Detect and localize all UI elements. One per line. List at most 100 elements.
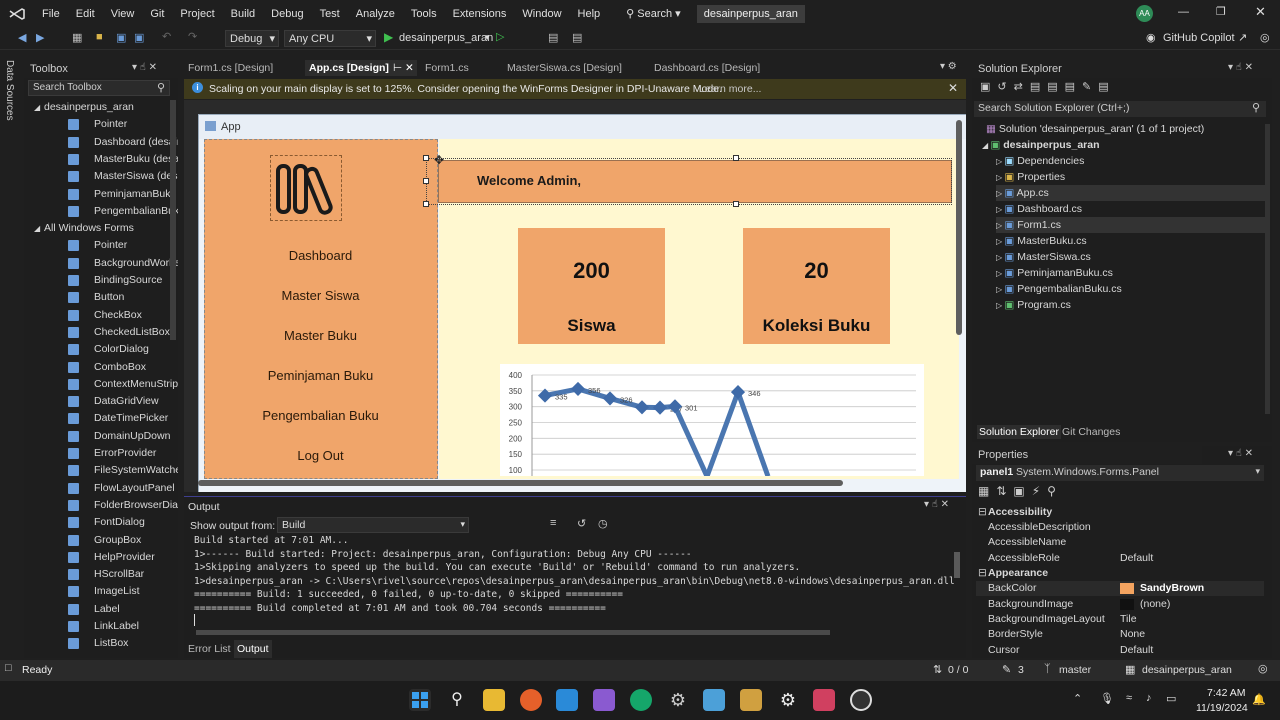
clock-time[interactable]: 7:42 AM [1207, 687, 1246, 699]
toolbox-item[interactable]: BackgroundWorker [24, 255, 178, 272]
se-item[interactable]: ▷ ▣ MasterBuku.cs [996, 233, 1087, 249]
toolbox-item[interactable]: DomainUpDown [24, 428, 178, 445]
toolbox-item[interactable]: ColorDialog [24, 341, 178, 358]
toolbox-item[interactable]: BindingSource [24, 272, 178, 289]
props-row[interactable]: AccessibleName [976, 535, 1264, 550]
toolbox-item[interactable]: Button [24, 289, 178, 306]
se-project-node[interactable]: ◢ ▣ desainperpus_aran [982, 137, 1100, 153]
resize-handle[interactable] [423, 178, 429, 184]
start-icon[interactable]: ▶ [384, 30, 393, 44]
notifications-icon[interactable]: ◎ [1258, 662, 1268, 675]
feedback-icon[interactable]: ◎ [1260, 31, 1270, 44]
toolbox-item[interactable]: ListBox [24, 635, 178, 652]
minimize-icon[interactable]: — [1178, 6, 1189, 18]
restore-icon[interactable]: ❐ [1216, 5, 1226, 18]
run-target-arrow-icon[interactable]: ▾ [485, 32, 490, 43]
resize-handle[interactable] [733, 155, 739, 161]
pencil-icon[interactable]: ✎ [1002, 663, 1011, 676]
snipping-tool-icon[interactable] [740, 689, 762, 711]
toolbox-item[interactable]: MasterSiswa (desai... [24, 168, 178, 185]
se-vscroll[interactable] [1265, 124, 1270, 414]
gear-app-icon[interactable]: ⚙ [777, 689, 799, 711]
resize-handle[interactable] [423, 155, 429, 161]
se-item[interactable]: ▷ ▣ Program.cs [996, 297, 1071, 313]
windows-start-icon[interactable] [409, 689, 431, 711]
toolbox-item[interactable]: CheckBox [24, 307, 178, 324]
toolbox-item[interactable]: FileSystemWatcher [24, 462, 178, 479]
sync-arrows-icon[interactable]: ⇅ [933, 663, 942, 676]
layout-icon[interactable]: ▤ [548, 31, 558, 44]
toolbox-item[interactable]: CheckedListBox [24, 324, 178, 341]
toolbox-item[interactable]: ImageList [24, 583, 178, 600]
branch-icon[interactable]: ᛉ [1044, 663, 1051, 675]
copilot-icon[interactable]: ◉ [1146, 31, 1156, 44]
wifi-icon[interactable]: ≈ [1126, 692, 1132, 704]
props-row-backcolor[interactable]: BackColor SandyBrown [976, 581, 1264, 596]
obs-icon[interactable] [850, 689, 872, 711]
word-wrap-icon[interactable]: ↺ [577, 517, 586, 530]
toolbox-group-project[interactable]: ◢ desainperpus_aran [24, 99, 178, 116]
chart-control[interactable]: 400350300250200150100335356326297301346 [500, 364, 924, 476]
file-explorer-icon[interactable] [483, 689, 505, 711]
vscode-icon[interactable] [556, 689, 578, 711]
repo-name[interactable]: desainperpus_aran [1142, 664, 1232, 676]
menu-view[interactable]: View [103, 0, 143, 28]
tab-mastersiswa-design[interactable]: MasterSiswa.cs [Design] [503, 60, 626, 76]
toolbox-item[interactable]: DateTimePicker [24, 410, 178, 427]
menu-git[interactable]: Git [142, 0, 172, 28]
info-learn-more-link[interactable]: Learn more... [699, 83, 761, 95]
toolbox-item[interactable]: LinkLabel [24, 618, 178, 635]
se-item[interactable]: ▷ ▣ Form1.cs [996, 217, 1266, 233]
menu-edit[interactable]: Edit [68, 0, 103, 28]
photos-icon[interactable] [813, 689, 835, 711]
toolbox-item[interactable]: GroupBox [24, 532, 178, 549]
toolbox-pin-icon[interactable]: ▾ ☝ ✕ [132, 62, 157, 73]
battery-icon[interactable]: ▭ [1166, 692, 1176, 705]
nav-pengembalian-buku[interactable]: Pengembalian Buku [204, 408, 437, 423]
vs-logo-icon[interactable] [0, 0, 34, 28]
toolbox-item[interactable]: FontDialog [24, 514, 178, 531]
visual-studio-icon[interactable] [593, 689, 615, 711]
toolbox-item[interactable]: Pointer [24, 116, 178, 133]
toolbox-item[interactable]: ErrorProvider [24, 445, 178, 462]
nav-master-siswa[interactable]: Master Siswa [204, 288, 437, 303]
props-row[interactable]: BackgroundImage (none) [976, 597, 1264, 612]
toolbox-item[interactable]: DataGridView [24, 393, 178, 410]
designer-vscroll[interactable] [956, 120, 962, 335]
menu-build[interactable]: Build [223, 0, 263, 28]
clock-date[interactable]: 11/19/2024 [1196, 702, 1248, 714]
nav-dashboard[interactable]: Dashboard [204, 248, 437, 263]
search-menu[interactable]: ⚲ Search ▾ [618, 0, 689, 28]
props-category-accessibility[interactable]: ⊟ Accessibility [976, 505, 1264, 520]
se-item[interactable]: ▷ ▣ PeminjamanBuku.cs [996, 265, 1113, 281]
new-project-icon[interactable]: ▦ [72, 31, 82, 44]
nav-peminjaman-buku[interactable]: Peminjaman Buku [204, 368, 437, 383]
props-row[interactable]: AccessibleDescription [976, 520, 1264, 535]
menu-test[interactable]: Test [312, 0, 348, 28]
changes-count[interactable]: 3 [1018, 664, 1024, 676]
menu-extensions[interactable]: Extensions [445, 0, 515, 28]
data-sources-label[interactable]: Data Sources [4, 60, 15, 121]
toolbox-search[interactable]: Search Toolbox ⚲ [28, 80, 170, 96]
tab-app-design[interactable]: App.cs [Design] ⊢ ✕ [305, 60, 417, 76]
toolbox-item[interactable]: ContextMenuStrip [24, 376, 178, 393]
resize-handle[interactable] [423, 201, 429, 207]
toolbox-item[interactable]: PeminjamanBuku (... [24, 186, 178, 203]
toolbox-scrollbar[interactable] [170, 100, 176, 340]
commits-count[interactable]: 0 / 0 [948, 664, 968, 676]
se-item[interactable]: ▷ ▣ App.cs [996, 185, 1266, 201]
se-search[interactable]: Search Solution Explorer (Ctrl+;) ⚲ [974, 101, 1266, 117]
avatar[interactable]: AA [1136, 5, 1153, 22]
menu-analyze[interactable]: Analyze [348, 0, 403, 28]
microphone-icon[interactable]: 🎙 [1100, 692, 1114, 705]
tab-dashboard-design[interactable]: Dashboard.cs [Design] [650, 60, 764, 76]
toolbox-item[interactable]: FolderBrowserDial... [24, 497, 178, 514]
clock-icon[interactable]: ◷ [598, 517, 608, 530]
align-icon[interactable]: ▤ [572, 31, 582, 44]
toolbox-item[interactable]: HScrollBar [24, 566, 178, 583]
se-solution-node[interactable]: ▦ Solution 'desainperpus_aran' (1 of 1 p… [986, 121, 1204, 137]
repo-icon[interactable]: ▦ [1125, 663, 1135, 676]
branch-name[interactable]: master [1059, 664, 1091, 676]
platform-dropdown[interactable]: Any CPU ▾ [284, 30, 376, 47]
menu-file[interactable]: File [34, 0, 68, 28]
